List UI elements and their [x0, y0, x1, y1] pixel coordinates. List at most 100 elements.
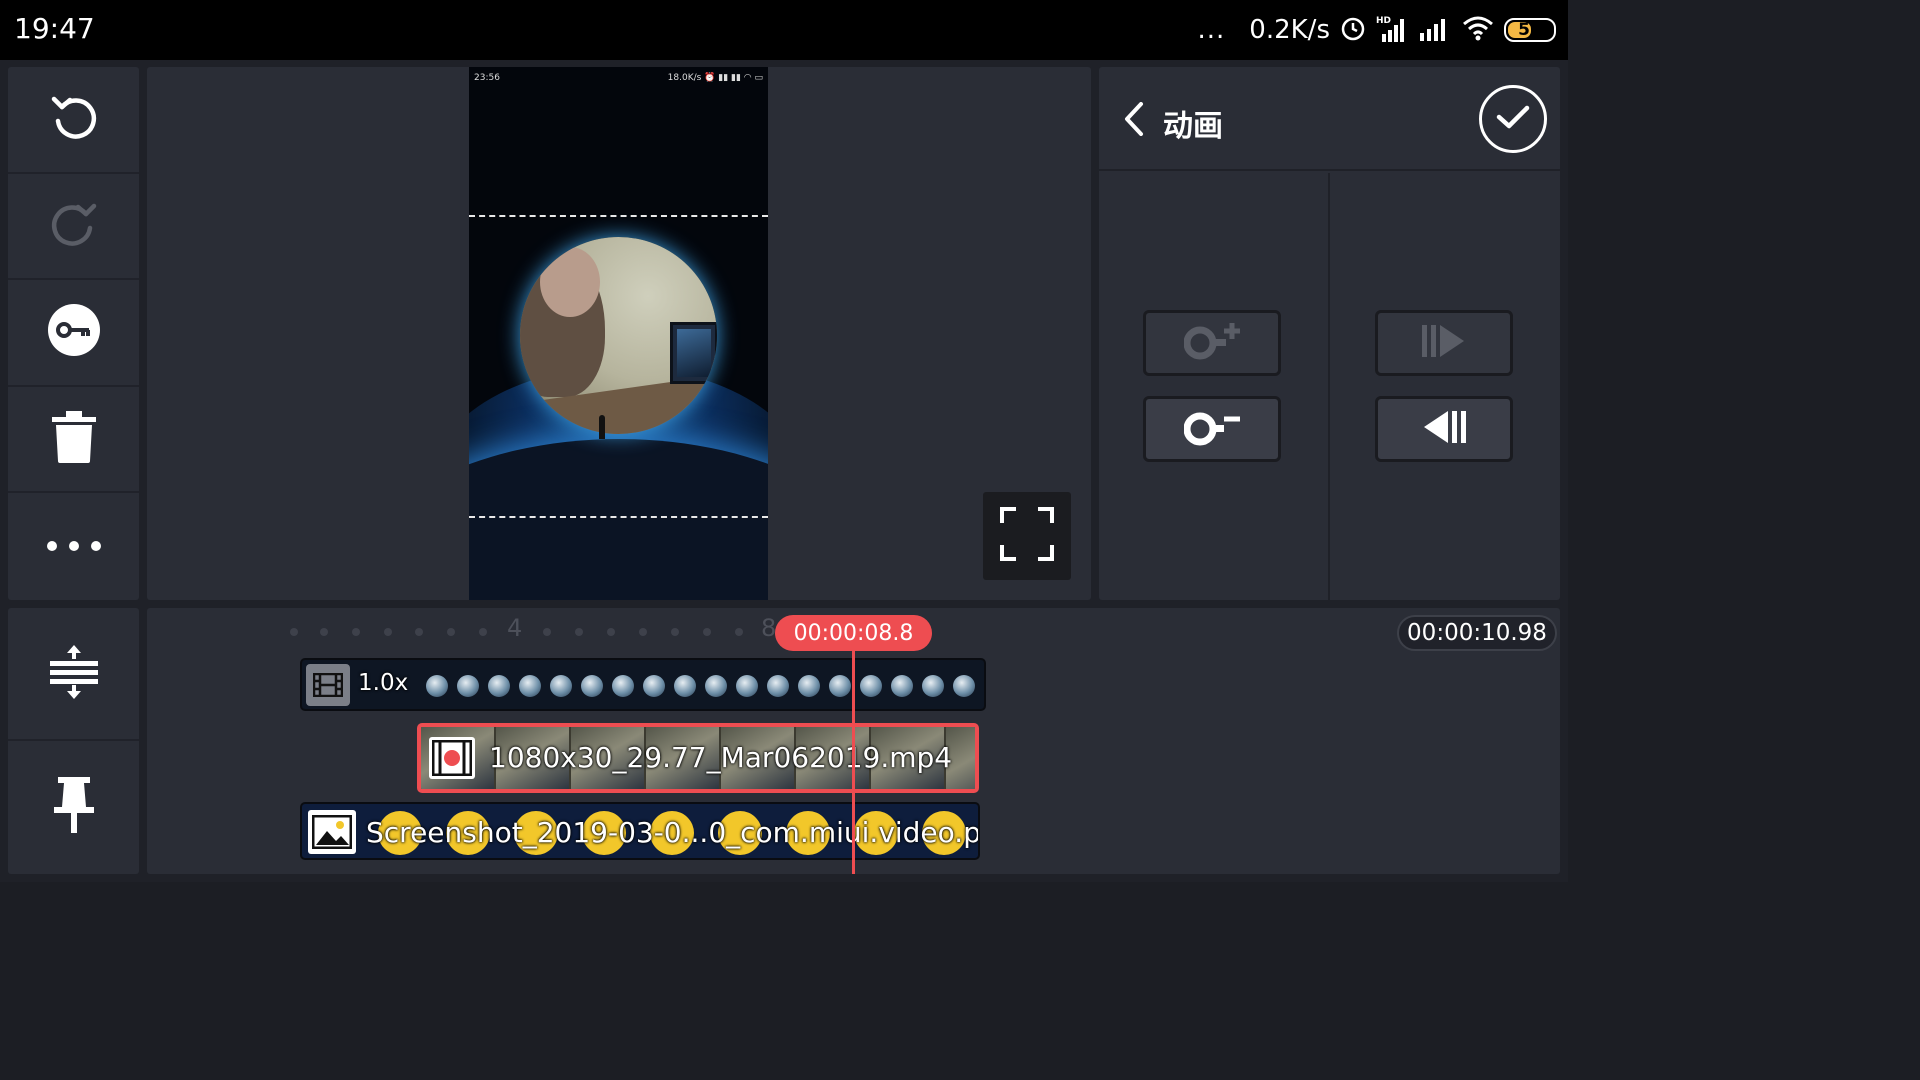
confirm-button[interactable]: [1479, 85, 1547, 153]
status-dots: ...: [1197, 15, 1226, 45]
fullscreen-button[interactable]: [983, 492, 1071, 580]
alarm-icon: [1340, 15, 1366, 45]
total-duration: 00:00:10.98: [1397, 615, 1557, 651]
ruler-tick: [607, 628, 615, 636]
ruler-tick: [352, 628, 360, 636]
thumbnail: [736, 675, 758, 697]
undo-icon: [48, 91, 100, 147]
status-time: 19:47: [14, 12, 95, 45]
back-button[interactable]: [1119, 102, 1149, 140]
hd-signal-icon: HD: [1376, 14, 1410, 46]
wifi-icon: [1462, 15, 1494, 45]
app-root: 19:47 ... 0.2K/s HD 53 23:56 18.0K/s ⏰ ▮…: [0, 0, 1568, 882]
ruler-tick: [575, 628, 583, 636]
thumbnail: [643, 675, 665, 697]
ruler-tick: [735, 628, 743, 636]
ruler-tick: [320, 628, 328, 636]
thumbnail: [860, 675, 882, 697]
thumbnail: [705, 675, 727, 697]
planet-horizon: [469, 439, 768, 600]
thumbnail: [581, 675, 603, 697]
film-icon: [306, 664, 350, 706]
remove-keyframe-button[interactable]: [1143, 396, 1281, 462]
next-keyframe-icon: [1422, 323, 1466, 363]
preview-status-indicators: 18.0K/s ⏰ ▮▮ ▮▮ ◠ ▭: [667, 73, 763, 83]
thumbnail: [829, 675, 851, 697]
preview-status-time: 23:56: [474, 73, 500, 83]
check-circle-icon: [1496, 104, 1530, 134]
ruler-tick: [671, 628, 679, 636]
redo-icon: [48, 198, 100, 254]
timeline-track-video[interactable]: 1.0x: [300, 658, 986, 711]
photo-face: [540, 247, 600, 317]
status-bar: 19:47 ... 0.2K/s HD 53: [0, 0, 1568, 60]
photo-laptop: [670, 322, 717, 384]
video-preview[interactable]: 23:56 18.0K/s ⏰ ▮▮ ▮▮ ◠ ▭: [147, 67, 1091, 600]
ruler-tick: [415, 628, 423, 636]
preview-frame: 23:56 18.0K/s ⏰ ▮▮ ▮▮ ◠ ▭: [469, 67, 768, 600]
record-icon: [429, 737, 475, 779]
ruler-tick: [543, 628, 551, 636]
thumbnail: [612, 675, 634, 697]
track-filename-label: Screenshot_2019-03-0...0_com.miui.video.…: [366, 816, 980, 849]
keyframe-remove-icon: [1183, 407, 1240, 451]
delete-button[interactable]: [8, 387, 139, 494]
signal-icon: [1420, 15, 1452, 45]
next-keyframe-button[interactable]: [1375, 310, 1513, 376]
image-icon: [308, 810, 356, 854]
more-button[interactable]: [8, 493, 139, 600]
thumbnail: [519, 675, 541, 697]
track-speed-label: 1.0x: [358, 670, 409, 696]
preview-status-bar: 23:56 18.0K/s ⏰ ▮▮ ▮▮ ◠ ▭: [469, 67, 768, 87]
battery-level: 53: [1518, 20, 1542, 40]
ruler-tick: [639, 628, 647, 636]
ruler-tick: [479, 628, 487, 636]
prev-keyframe-button[interactable]: [1375, 396, 1513, 462]
chevron-left-icon: [1124, 102, 1144, 140]
thumbnail: [674, 675, 696, 697]
ruler-label-4: 4: [507, 614, 523, 642]
pin-button[interactable]: [8, 741, 139, 874]
animation-panel: 动画: [1099, 67, 1560, 600]
ruler-tick: [703, 628, 711, 636]
ruler-label-8: 8: [761, 614, 777, 642]
thumbnail: [798, 675, 820, 697]
timeline-track-image[interactable]: Screenshot_2019-03-0...0_com.miui.video.…: [300, 802, 980, 860]
animation-panel-header: 动画: [1099, 67, 1560, 171]
thumbnail: [767, 675, 789, 697]
track-height-button[interactable]: [8, 608, 139, 741]
crop-guide-bottom[interactable]: [469, 516, 768, 518]
keyframe-add-icon: [1183, 321, 1240, 365]
thumbnail: [426, 675, 448, 697]
fullscreen-icon: [1000, 507, 1054, 565]
playhead-line[interactable]: [852, 648, 855, 874]
panel-title: 动画: [1163, 109, 1223, 144]
chroma-key-button[interactable]: [8, 280, 139, 387]
thumbnail: [550, 675, 572, 697]
crop-guide-top[interactable]: [469, 215, 768, 217]
panel-divider: [1328, 173, 1330, 600]
silhouette-figure: [599, 415, 605, 439]
left-toolbar: [8, 67, 139, 600]
key-icon: [47, 303, 101, 361]
ruler-tick: [447, 628, 455, 636]
timeline-track-recording[interactable]: 1080x30_29.77_Mar062019.mp4: [417, 723, 979, 793]
playhead-time[interactable]: 00:00:08.8: [775, 615, 932, 651]
timeline[interactable]: 4 8 1.0x 1080x30_29.77_Mar062019.mp4 Scr…: [147, 608, 1560, 874]
ruler-tick: [384, 628, 392, 636]
redo-button[interactable]: [8, 174, 139, 281]
thumbnail: [922, 675, 944, 697]
undo-button[interactable]: [8, 67, 139, 174]
prev-keyframe-icon: [1422, 409, 1466, 449]
status-indicators: ... 0.2K/s HD 53: [1197, 12, 1556, 48]
trash-icon: [51, 411, 96, 467]
thumbnail: [457, 675, 479, 697]
battery-indicator: 53: [1504, 18, 1556, 42]
timeline-toolbar: [8, 608, 139, 874]
thumbnail: [953, 675, 975, 697]
add-keyframe-button[interactable]: [1143, 310, 1281, 376]
pin-icon: [53, 776, 94, 839]
overlay-video-circle[interactable]: [520, 237, 717, 434]
expand-vertical-icon: [49, 643, 98, 705]
ruler-tick: [290, 628, 298, 636]
